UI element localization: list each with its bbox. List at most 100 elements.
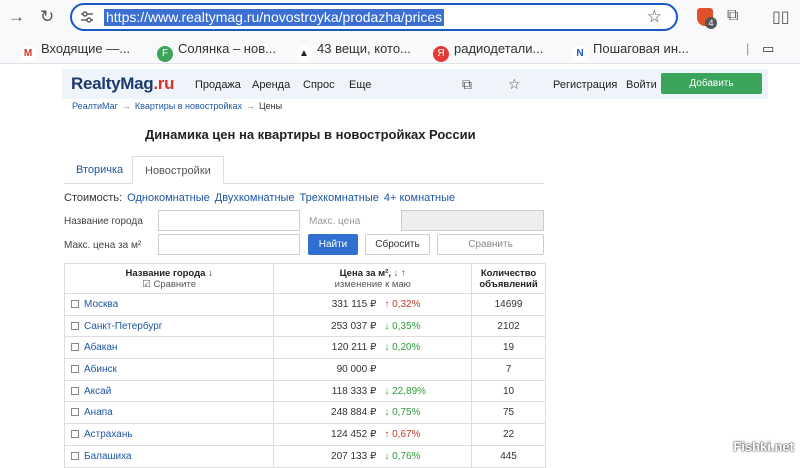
price-value: 90 000 ₽ [336,363,377,375]
price-cell: 120 211 ₽ ↓ 0,20% [273,336,473,360]
price-cell: 207 133 ₽ ↓ 0,76% [273,444,473,468]
city-link[interactable]: Москва [84,299,118,310]
cost-link-4room[interactable]: 4+ комнатные [384,192,455,204]
tab-secondary[interactable]: Вторичка [64,156,135,184]
reload-icon[interactable]: ↻ [40,7,54,27]
city-cell: Москва [63,293,275,316]
table-row: Балашиха 207 133 ₽ ↓ 0,76% 445 [63,444,546,468]
price-value: 124 452 ₽ [331,428,377,440]
site-header: RealtyMag.ru Продажа Аренда Спрос Еще ⧉ … [62,69,768,110]
folder-icon[interactable]: ▭ [762,41,774,57]
city-input[interactable] [158,210,300,231]
city-link[interactable]: Аксай [84,386,111,397]
compare-copy-icon[interactable]: ⧉ [462,76,472,93]
city-link[interactable]: Балашиха [84,451,132,462]
address-bar[interactable]: https://www.realtymag.ru/novostroyka/pro… [70,3,678,31]
city-link[interactable]: Абакан [84,342,117,353]
compare-checkbox[interactable] [71,299,79,308]
site-logo[interactable]: RealtyMag.ru [71,74,174,94]
bookmark-item[interactable]: F Солянка – нов... [157,41,276,62]
table-header-row: Название города ↓ ☑ Сравните Цена за м², … [63,263,546,294]
reset-button[interactable]: Сбросить [365,234,430,255]
site-settings-icon[interactable] [80,10,94,24]
table-row: Астрахань 124 452 ₽ ↑ 0,67% 22 [63,423,546,446]
compare-checkbox[interactable] [71,451,79,460]
cost-label: Стоимость: [64,192,123,204]
menu-item-more[interactable]: Еще [349,79,371,91]
max-price-sqm-input[interactable] [158,234,300,255]
cost-link-3room[interactable]: Трехкомнатные [300,192,379,204]
compare-all-checkbox[interactable]: ☑ Сравните [142,279,196,290]
city-link[interactable]: Анапа [84,407,113,418]
compare-checkbox[interactable] [71,386,79,395]
login-link[interactable]: Войти [626,79,657,91]
watermark: Fishki.net [733,439,794,454]
menu-item-rent[interactable]: Аренда [252,79,290,91]
shield-extension-icon[interactable]: 4 [697,8,717,29]
price-change: ↓ 0,75% [384,407,421,419]
nt-icon: N [572,46,588,62]
extensions-puzzle-icon[interactable]: ⧉ [727,7,738,25]
price-change: ↓ 0,35% [384,320,421,332]
gmail-icon: M [20,46,36,62]
breadcrumb-home[interactable]: РеалтиМаг [72,101,118,111]
compare-checkbox[interactable] [71,364,79,373]
browser-toolbar: → ↻ https://www.realtymag.ru/novostroyka… [0,0,800,34]
table-row: Абакан 120 211 ₽ ↓ 0,20% 19 [63,336,546,360]
col-city-header[interactable]: Название города ↓ ☑ Сравните [63,263,275,294]
bookmark-item[interactable]: N Пошаговая ин... [572,41,689,62]
forward-arrow-icon[interactable]: → [8,7,25,27]
menu-item-demand[interactable]: Спрос [303,79,335,91]
compare-checkbox[interactable] [71,343,79,352]
table-row: Санкт-Петербург 253 037 ₽ ↓ 0,35% 2102 [63,314,546,338]
sort-arrow-icon[interactable]: ↓ [208,268,213,279]
cost-link-2room[interactable]: Двухкомнатные [215,192,295,204]
listings-count: 2102 [471,314,546,338]
menu-item-sale[interactable]: Продажа [195,79,241,91]
col-count-title: Количество [480,267,537,279]
add-listing-button[interactable]: Добавить объявление [661,73,762,110]
col-city-title: Название города [125,267,206,279]
price-cell: 248 884 ₽ ↓ 0,75% [273,401,473,425]
bookmark-star-icon[interactable]: ☆ [647,7,662,27]
listings-count: 22 [471,423,546,446]
city-link[interactable]: Санкт-Петербург [84,321,162,332]
listings-count: 7 [471,358,546,381]
bookmark-label: радиодетали... [454,41,544,56]
register-link[interactable]: Регистрация [553,79,617,91]
max-price-input[interactable] [401,210,544,231]
listings-count: 10 [471,379,546,403]
max-price-sqm-label: Макс. цена за м² [64,240,142,251]
city-link[interactable]: Абинск [84,364,117,375]
bookmark-item[interactable]: ▲ 43 вещи, кото... [296,41,411,62]
price-change: ↓ 0,76% [384,450,421,462]
table-row: Анапа 248 884 ₽ ↓ 0,75% 75 [63,401,546,425]
compare-checkbox[interactable] [71,321,79,330]
bookmark-label: Входящие —... [41,41,131,56]
breadcrumb-separator: → [246,101,256,111]
compare-checkbox[interactable] [71,408,79,417]
compare-button[interactable]: Сравнить [437,234,544,255]
find-button[interactable]: Найти [308,234,358,255]
cost-link-1room[interactable]: Однокомнатные [127,192,210,204]
tab-newbuild[interactable]: Новостройки [132,156,224,184]
breadcrumb-newbuild[interactable]: Квартиры в новостройках [135,101,242,111]
city-cell: Анапа [63,401,275,425]
compare-checkbox[interactable] [71,429,79,438]
city-link[interactable]: Астрахань [84,429,133,440]
sort-arrows-icon[interactable]: ↓ ↑ [394,268,406,279]
logo-main-text: RealtyMag [71,74,154,93]
yandex-icon: Я [433,46,449,62]
favorite-star-icon[interactable]: ☆ [508,76,521,93]
col-price-header[interactable]: Цена за м², ↓ ↑ изменение к маю [273,263,473,294]
listings-count: 445 [471,444,546,468]
listings-count: 75 [471,401,546,425]
price-change: ↑ 0,67% [384,428,421,440]
price-cell: 331 115 ₽ ↑ 0,32% [273,293,473,316]
bookmark-item[interactable]: M Входящие —... [20,41,130,62]
url-text[interactable]: https://www.realtymag.ru/novostroyka/pro… [104,9,445,26]
bookmark-item[interactable]: Ярадиодетали... [433,41,543,62]
bookmark-label: Солянка – нов... [178,41,276,56]
tabs: Вторичка Новостройки [64,156,544,184]
reading-list-icon[interactable]: ▯▯ [772,7,790,27]
